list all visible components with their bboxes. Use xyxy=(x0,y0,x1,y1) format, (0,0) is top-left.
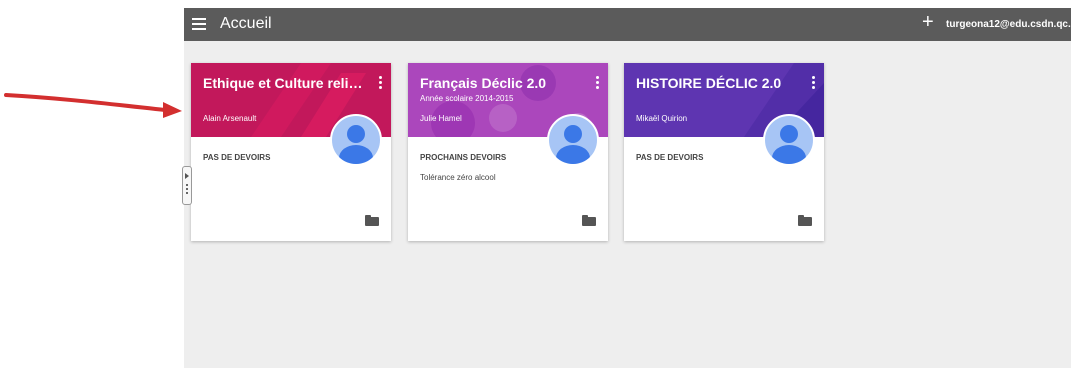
top-app-bar: Accueil + turgeona12@edu.csdn.qc.ca▾ xyxy=(184,8,1071,41)
more-vert-icon[interactable] xyxy=(379,76,382,91)
class-subtitle: Année scolaire 2014-2015 xyxy=(420,94,514,103)
page-title: Accueil xyxy=(220,15,272,32)
class-card[interactable]: Ethique et Culture religieu... Alain Ars… xyxy=(191,63,391,241)
teacher-name: Alain Arsenault xyxy=(203,114,257,123)
duties-label: PAS DE DEVOIRS xyxy=(203,153,271,162)
teacher-name: Mikaël Quirion xyxy=(636,114,688,123)
class-card[interactable]: HISTOIRE DÉCLIC 2.0 Mikaël Quirion PAS D… xyxy=(624,63,824,241)
class-card[interactable]: Français Déclic 2.0 Année scolaire 2014-… xyxy=(408,63,608,241)
upcoming-assignment[interactable]: Tolérance zéro alcool xyxy=(420,173,496,182)
more-vert-icon[interactable] xyxy=(596,76,599,91)
class-title[interactable]: Français Déclic 2.0 xyxy=(420,75,546,91)
folder-icon[interactable] xyxy=(582,215,596,226)
account-menu[interactable]: turgeona12@edu.csdn.qc.ca▾ xyxy=(946,19,1071,30)
menu-icon[interactable] xyxy=(192,18,206,30)
class-title[interactable]: Ethique et Culture religieu... xyxy=(203,75,368,91)
duties-label: PROCHAINS DEVOIRS xyxy=(420,153,507,162)
account-email: turgeona12@edu.csdn.qc.ca xyxy=(946,19,1071,30)
class-grid: Ethique et Culture religieu... Alain Ars… xyxy=(184,41,1071,368)
plus-icon[interactable]: + xyxy=(922,11,934,34)
avatar xyxy=(547,114,599,166)
grip-icon xyxy=(186,184,188,196)
more-vert-icon[interactable] xyxy=(812,76,815,91)
expand-arrow-icon xyxy=(185,173,189,179)
duties-label: PAS DE DEVOIRS xyxy=(636,153,704,162)
avatar xyxy=(330,114,382,166)
class-title[interactable]: HISTOIRE DÉCLIC 2.0 xyxy=(636,75,781,91)
annotation-arrow xyxy=(4,93,182,118)
folder-icon[interactable] xyxy=(798,215,812,226)
folder-icon[interactable] xyxy=(365,215,379,226)
teacher-name: Julie Hamel xyxy=(420,114,462,123)
avatar xyxy=(763,114,815,166)
side-panel-handle[interactable] xyxy=(182,166,192,205)
